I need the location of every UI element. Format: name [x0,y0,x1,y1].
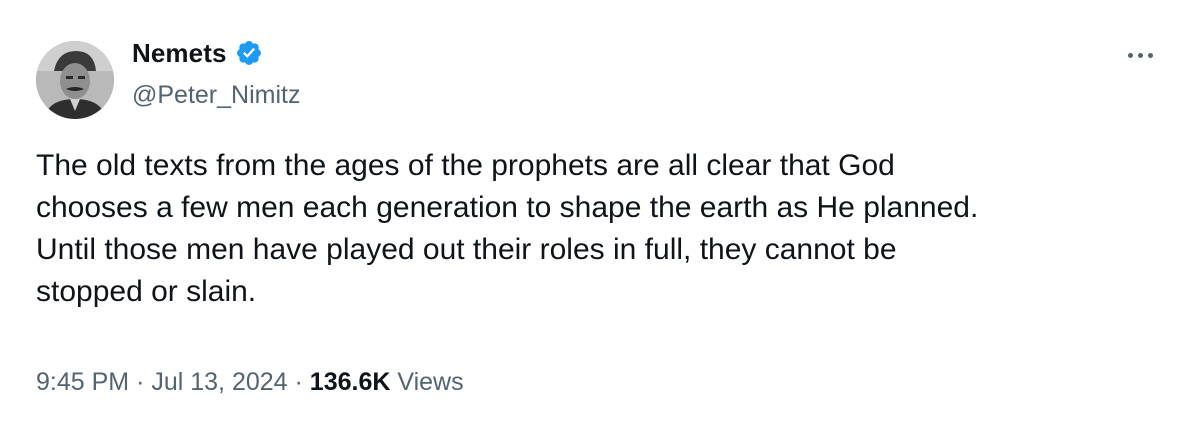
tweet-text-line: chooses a few men each generation to sha… [36,191,979,224]
avatar[interactable] [36,41,114,119]
more-options-button[interactable] [1118,43,1162,67]
display-name[interactable]: Nemets [132,38,227,68]
user-handle[interactable]: @Peter_Nimitz [132,80,300,110]
views-count: 136.6K [309,368,391,396]
more-horizontal-icon [1137,52,1143,58]
tweet-metadata: 9:45 PM · Jul 13, 2024 · 136.6K Views [36,367,464,397]
views-label: Views [397,368,464,396]
verified-badge-icon[interactable] [235,39,263,67]
more-horizontal-icon [1147,52,1153,58]
tweet-text-line: The old texts from the ages of the proph… [36,149,895,182]
more-horizontal-icon [1127,52,1133,58]
tweet-time: 9:45 PM [36,368,130,396]
tweet-text-line: stopped or slain. [36,275,257,308]
tweet: Nemets @Peter_Nimitz The old texts from … [0,0,1200,431]
views-link[interactable]: 136.6K Views [310,368,464,396]
meta-separator: · [294,368,303,396]
tweet-text-line: Until those men have played out their ro… [36,233,897,266]
meta-separator: · [136,368,145,396]
tweet-text: The old texts from the ages of the proph… [36,145,1156,313]
tweet-date: Jul 13, 2024 [151,368,288,396]
tweet-timestamp-link[interactable]: 9:45 PM · Jul 13, 2024 [36,368,288,396]
author-name-row: Nemets [132,38,263,68]
